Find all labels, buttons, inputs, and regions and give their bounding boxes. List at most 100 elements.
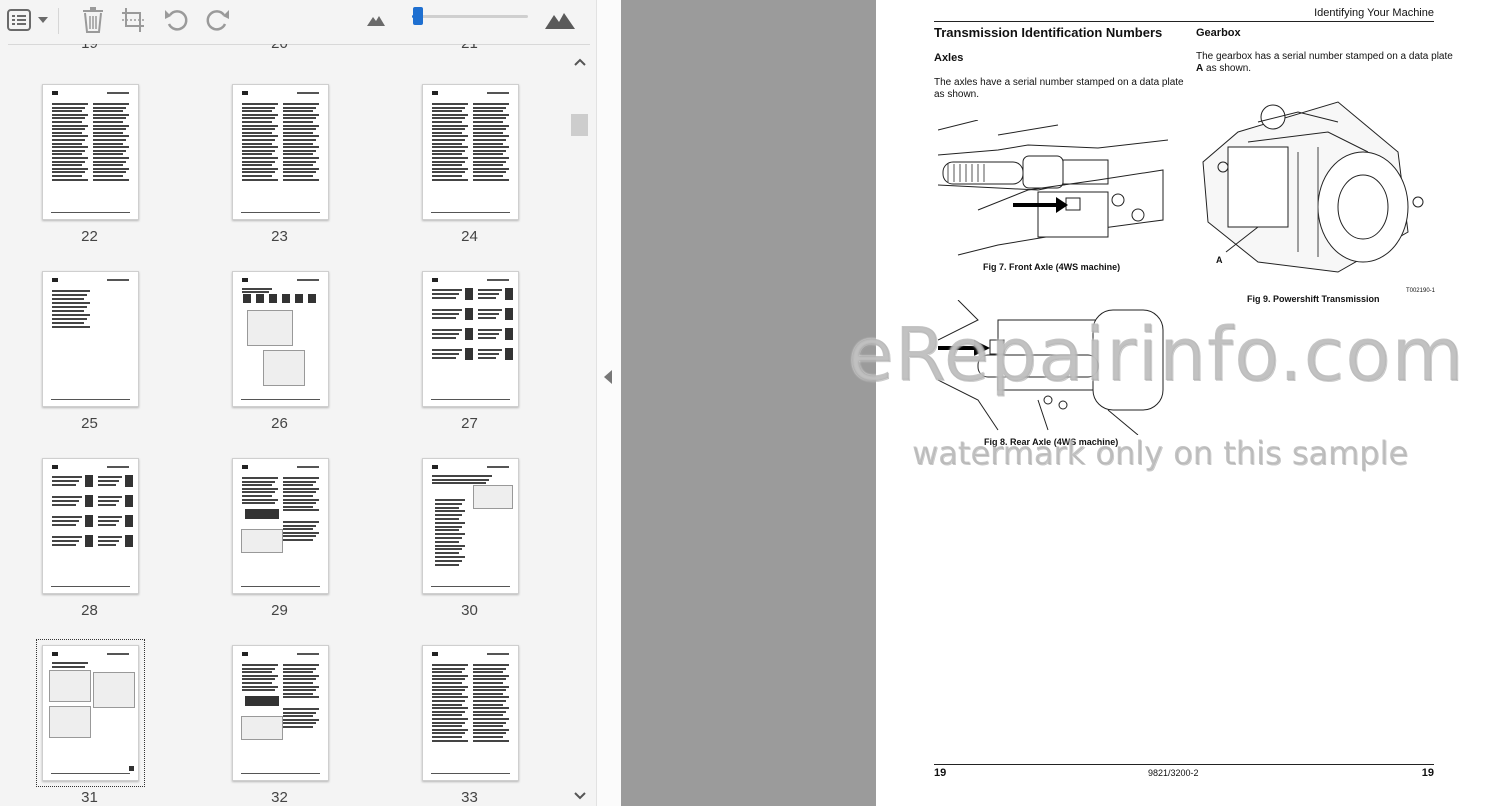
thumb-text-line	[283, 715, 313, 718]
thumbnail-page[interactable]	[232, 84, 329, 220]
thumb-text-line	[432, 139, 465, 141]
scrollbar-thumb[interactable]	[571, 114, 588, 136]
thumb-text-line	[432, 313, 459, 315]
thumb-text-line	[432, 135, 468, 138]
sidebar-scrollbar[interactable]	[570, 52, 590, 806]
thumb-text-line	[432, 692, 462, 695]
thumb-text-line	[473, 171, 506, 174]
scroll-down-icon[interactable]	[574, 792, 586, 800]
thumb-symbol	[308, 294, 316, 303]
thumb-text-line	[435, 525, 462, 528]
sidebar-view-icon[interactable]	[6, 6, 32, 34]
fig9-label-a: A	[1216, 255, 1223, 265]
thumb-text-line	[435, 506, 459, 509]
thumb-symbol	[295, 294, 303, 303]
thumb-text-line	[473, 157, 509, 159]
thumb-hd	[242, 278, 248, 282]
thumb-text-line	[283, 495, 313, 497]
thumb-text-line	[473, 153, 503, 156]
thumb-text-line	[283, 678, 316, 681]
thumb-text-line	[283, 531, 319, 534]
thumb-ft	[241, 212, 320, 213]
collapse-left-icon[interactable]	[604, 370, 612, 384]
zoom-in-icon[interactable]	[544, 6, 576, 34]
rotate-left-icon[interactable]	[164, 6, 190, 34]
thumb-text-line	[283, 528, 313, 531]
thumb-symbol	[125, 495, 133, 507]
watermark-site: eRepairinfo.com	[848, 312, 1465, 398]
zoom-out-icon[interactable]	[366, 6, 386, 34]
zoom-slider-thumb[interactable]	[413, 7, 423, 25]
thumb-text-line	[98, 504, 116, 506]
thumb-text-line	[283, 711, 316, 714]
thumb-text-line	[242, 167, 278, 170]
thumb-ft	[241, 399, 320, 400]
thumb-text-line	[432, 131, 462, 134]
thumb-text-line	[435, 556, 465, 558]
thumb-text-line	[473, 664, 509, 666]
thumb-text-line	[283, 692, 313, 695]
thumbnail-page[interactable]	[232, 645, 329, 781]
thumb-text-line	[478, 357, 496, 359]
thumbnail-page[interactable]	[232, 458, 329, 594]
axles-text-line1: The axles have a serial number stamped o…	[934, 77, 1184, 88]
thumb-text-line	[473, 736, 503, 738]
thumb-text-line	[242, 678, 275, 681]
thumb-text-line	[52, 306, 87, 308]
thumb-text-line	[435, 563, 459, 566]
thumb-hr	[487, 466, 509, 468]
thumbnail-page[interactable]	[42, 84, 139, 220]
thumbnail-number-partial: 21	[422, 44, 517, 52]
thumb-text-line	[52, 520, 79, 522]
thumbnail-page[interactable]	[42, 645, 139, 781]
thumbnail-page[interactable]	[232, 271, 329, 407]
thumb-text-line	[473, 128, 506, 131]
thumbnail-page-number: 27	[461, 415, 478, 432]
thumbnail-page[interactable]	[422, 645, 519, 781]
chevron-down-icon[interactable]	[36, 6, 50, 34]
thumb-text-line	[93, 106, 126, 109]
thumbnail-page[interactable]	[422, 458, 519, 594]
thumb-text-line	[52, 110, 82, 113]
thumb-hd	[52, 278, 58, 282]
delete-icon[interactable]	[80, 6, 106, 34]
thumb-symbol	[243, 294, 251, 303]
thumb-text-line	[473, 674, 509, 677]
thumb-text-line	[242, 135, 278, 138]
thumb-text-line	[473, 707, 509, 710]
thumb-figure	[49, 670, 91, 702]
thumb-symbol	[245, 509, 279, 519]
axles-heading: Axles	[934, 52, 964, 64]
thumb-hr	[297, 279, 319, 281]
thumbnail-page[interactable]	[42, 458, 139, 594]
thumb-text-line	[52, 476, 82, 478]
crop-icon[interactable]	[120, 6, 146, 34]
thumb-symbol	[505, 328, 513, 340]
thumb-text-line	[52, 139, 85, 141]
thumb-text-line	[93, 153, 123, 156]
sidebar-collapse-handle[interactable]	[596, 0, 621, 806]
thumb-text-line	[283, 110, 313, 113]
zoom-slider-track[interactable]	[412, 15, 528, 18]
thumb-text-line	[283, 146, 319, 149]
thumb-text-line	[432, 117, 465, 120]
thumb-text-line	[52, 157, 88, 159]
thumb-text-line	[432, 707, 468, 710]
thumb-text-line	[52, 662, 88, 664]
thumb-text-line	[432, 149, 465, 152]
thumb-text-line	[283, 708, 319, 710]
watermark-note: watermark only on this sample	[912, 434, 1409, 472]
thumb-text-line	[432, 146, 468, 149]
thumb-text-line	[435, 533, 465, 536]
thumb-text-line	[473, 164, 503, 167]
thumb-text-line	[283, 124, 319, 127]
thumb-text-line	[478, 349, 502, 351]
thumb-text-line	[93, 139, 126, 141]
scroll-up-icon[interactable]	[574, 58, 586, 66]
rotate-right-icon[interactable]	[204, 6, 230, 34]
thumbnail-page[interactable]	[422, 84, 519, 220]
thumbnail-page[interactable]	[42, 271, 139, 407]
thumb-text-line	[242, 153, 272, 156]
thumb-text-line	[283, 685, 319, 688]
thumbnail-page[interactable]	[422, 271, 519, 407]
